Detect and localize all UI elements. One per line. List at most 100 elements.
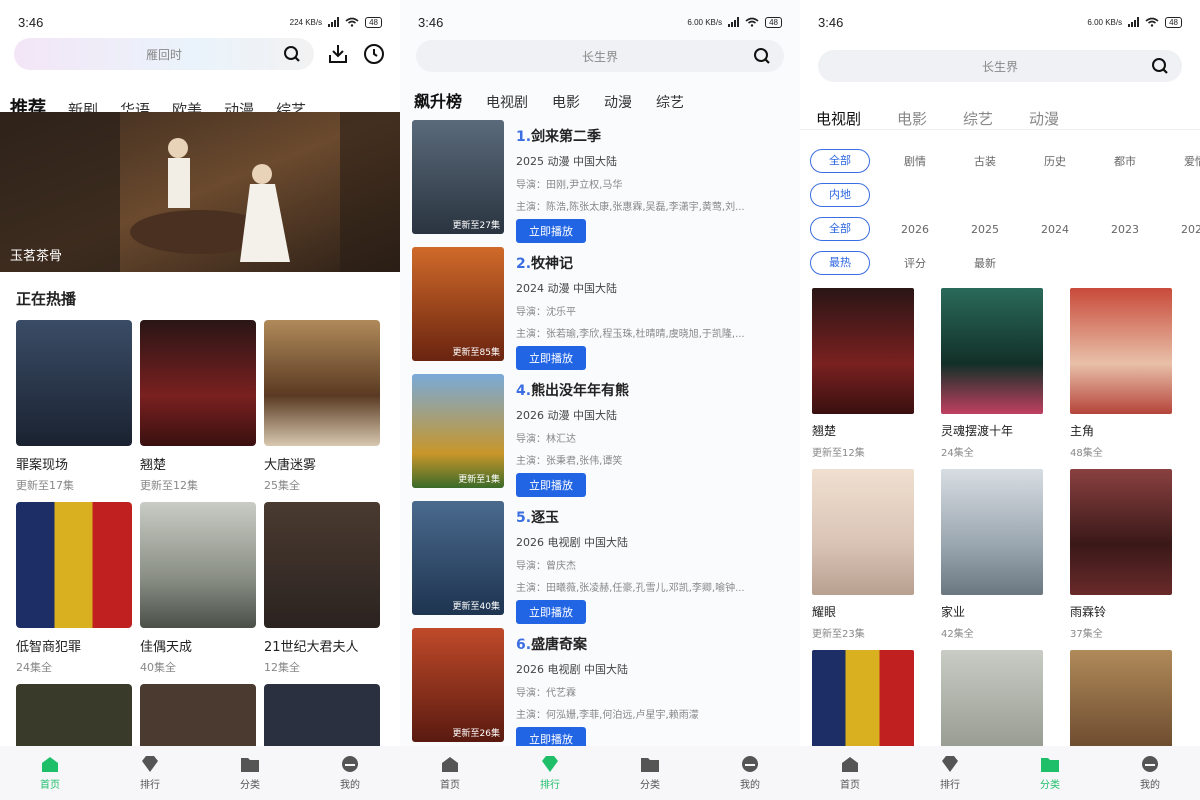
tab-movie[interactable]: 电影 [552, 92, 590, 112]
filter-chip[interactable]: 爱情 [1160, 153, 1200, 169]
media-card[interactable]: 佳偶天成 40集全 [140, 502, 256, 675]
play-button[interactable]: 立即播放 [516, 346, 586, 370]
search-icon[interactable] [282, 44, 302, 64]
nav-mine[interactable]: 我的 [340, 755, 360, 791]
nav-label: 分类 [640, 780, 660, 791]
nav-mine[interactable]: 我的 [740, 755, 760, 791]
bottom-nav: 首页 排行 分类 我的 [0, 746, 400, 800]
filter-chip[interactable]: 都市 [1090, 153, 1160, 169]
nav-rank[interactable]: 排行 [140, 755, 160, 791]
nav-label: 我的 [740, 780, 760, 791]
filter-chip[interactable]: 最新 [950, 255, 1020, 271]
filter-chip[interactable]: 古装 [950, 153, 1020, 169]
wifi-icon [345, 17, 359, 27]
filter-panel: 全部 剧情 古装 历史 都市 爱情 内地 全部 2026 2025 2024 2… [800, 144, 1200, 280]
filter-chip[interactable]: 2026 [880, 223, 950, 236]
rank-title-text: 逐玉 [531, 510, 560, 526]
tab-anime[interactable]: 动漫 [1029, 108, 1069, 129]
rank-item[interactable]: 更新至27集 1.剑来第二季 2025 动漫 中国大陆 导演：田刚,尹立权,马华… [412, 120, 792, 247]
rank-item[interactable]: 更新至40集 5.逐玉 2026 电视剧 中国大陆 导演：曾庆杰 主演：田曦薇,… [412, 501, 792, 628]
nav-category[interactable]: 分类 [240, 755, 260, 791]
filter-chip[interactable]: 剧情 [880, 153, 950, 169]
nav-home[interactable]: 首页 [840, 755, 860, 791]
tab-tv[interactable]: 电视剧 [486, 92, 538, 112]
filter-chip[interactable]: 最热 [810, 251, 870, 275]
media-card[interactable]: 主角 48集全 [1070, 288, 1172, 469]
media-card[interactable]: 雨霖铃 37集全 [1070, 469, 1172, 650]
wifi-icon [745, 17, 759, 27]
nav-mine[interactable]: 我的 [1140, 755, 1160, 791]
rank-meta: 2026 动漫 中国大陆 [516, 409, 617, 422]
play-button[interactable]: 立即播放 [516, 600, 586, 624]
card-subtitle: 42集全 [941, 629, 974, 640]
tab-movie[interactable]: 电影 [897, 108, 937, 129]
filter-chip[interactable]: 全部 [810, 149, 870, 173]
media-card[interactable]: 翘楚 更新至12集 [140, 320, 256, 493]
filter-chip[interactable]: 2023 [1090, 223, 1160, 236]
signal-icon [328, 17, 340, 27]
history-icon[interactable] [362, 42, 386, 66]
tab-variety[interactable]: 综艺 [656, 92, 694, 112]
wifi-icon [1145, 17, 1159, 27]
tab-rising[interactable]: 飙升榜 [414, 88, 472, 124]
tab-anime[interactable]: 动漫 [604, 92, 642, 112]
battery-icon: 48 [1165, 16, 1182, 28]
bottom-nav: 首页 排行 分类 我的 [800, 746, 1200, 800]
rank-item[interactable]: 更新至85集 2.牧神记 2024 动漫 中国大陆 导演：沈乐平 主演：张若瑜,… [412, 247, 792, 374]
card-subtitle: 24集全 [941, 448, 974, 459]
filter-chip[interactable]: 2024 [1020, 223, 1090, 236]
filter-sort-row: 最热 评分 最新 [800, 246, 1200, 280]
play-button[interactable]: 立即播放 [516, 219, 586, 243]
filter-chip[interactable]: 2022 [1160, 223, 1200, 236]
folder-icon [241, 758, 259, 772]
rank-item[interactable]: 更新至26集 6.盛唐奇案 2026 电视剧 中国大陆 导演：代艺霖 主演：何泓… [412, 628, 792, 755]
media-card[interactable]: 家业 42集全 [941, 469, 1043, 650]
nav-label: 排行 [140, 780, 160, 791]
poster-image [812, 469, 914, 595]
search-input[interactable]: 长生界 [416, 40, 784, 72]
status-bar: 3:46 6.00 KB/s 48 [800, 0, 1200, 44]
rank-screen: 3:46 6.00 KB/s 48 长生界 飙升榜 电视剧 电影 动漫 综艺 更… [400, 0, 800, 800]
media-card[interactable]: 21世纪大君夫人 12集全 [264, 502, 380, 675]
update-badge: 更新至1集 [458, 475, 500, 485]
media-card[interactable]: 灵魂摆渡十年 24集全 [941, 288, 1043, 469]
nav-rank[interactable]: 排行 [940, 755, 960, 791]
search-icon[interactable] [1150, 56, 1170, 76]
search-icon[interactable] [752, 46, 772, 66]
filter-chip[interactable]: 历史 [1020, 153, 1090, 169]
nav-rank[interactable]: 排行 [540, 755, 560, 791]
play-button[interactable]: 立即播放 [516, 473, 586, 497]
download-icon[interactable] [326, 42, 350, 66]
search-input[interactable]: 长生界 [818, 50, 1182, 82]
rank-item[interactable]: 更新至1集 4.熊出没年年有熊 2026 动漫 中国大陆 导演：林汇达 主演：张… [412, 374, 792, 501]
filter-chip[interactable]: 2025 [950, 223, 1020, 236]
nav-home[interactable]: 首页 [440, 755, 460, 791]
section-title: 正在热播 [16, 290, 77, 308]
filter-chip[interactable]: 内地 [810, 183, 870, 207]
card-subtitle: 48集全 [1070, 448, 1103, 459]
media-card[interactable]: 耀眼 更新至23集 [812, 469, 914, 650]
media-card[interactable]: 低智商犯罪 24集全 [16, 502, 132, 675]
hero-banner[interactable]: 玉茗茶骨 [0, 112, 400, 272]
card-subtitle: 更新至23集 [812, 629, 865, 640]
filter-chip[interactable]: 评分 [880, 255, 950, 271]
search-input[interactable]: 雁回时 [14, 38, 314, 70]
status-time: 3:46 [418, 14, 444, 30]
nav-home[interactable]: 首页 [40, 755, 60, 791]
rank-meta: 2025 动漫 中国大陆 [516, 155, 617, 168]
card-title: 灵魂摆渡十年 [941, 424, 1014, 438]
media-card[interactable]: 罪案现场 更新至17集 [16, 320, 132, 493]
tab-tv[interactable]: 电视剧 [816, 108, 871, 129]
rank-title-text: 牧神记 [531, 256, 574, 272]
tab-variety[interactable]: 综艺 [963, 108, 1003, 129]
nav-category[interactable]: 分类 [1040, 755, 1060, 791]
nav-category[interactable]: 分类 [640, 755, 660, 791]
media-card[interactable]: 翘楚 更新至12集 [812, 288, 914, 469]
nav-label: 分类 [1040, 780, 1060, 791]
filter-chip[interactable]: 全部 [810, 217, 870, 241]
card-title: 雨霖铃 [1070, 605, 1107, 619]
rank-title-text: 盛唐奇案 [531, 637, 588, 653]
nav-label: 我的 [1140, 780, 1160, 791]
rank-number: 1. [516, 129, 532, 145]
media-card[interactable]: 大唐迷雾 25集全 [264, 320, 380, 493]
